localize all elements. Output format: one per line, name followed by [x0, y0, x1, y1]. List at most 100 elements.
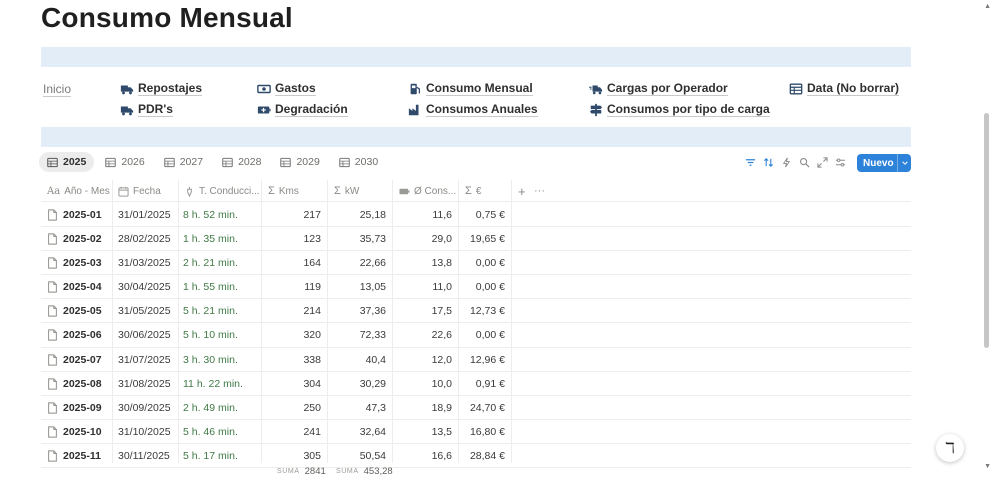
tab-2025[interactable]: 2025	[39, 152, 95, 172]
cell-kw[interactable]: 72,33	[329, 323, 386, 347]
cell-kw[interactable]: 30,29	[329, 372, 386, 396]
search-icon[interactable]	[798, 155, 810, 169]
column-header-consumo[interactable]: Ø Cons...	[393, 180, 458, 202]
cell-consumo[interactable]: 29,0	[393, 227, 452, 251]
cell-kw[interactable]: 22,66	[329, 251, 386, 275]
cell-fecha[interactable]: 28/02/2025	[118, 227, 171, 251]
cell-euros[interactable]: 16,80 €	[459, 420, 505, 444]
table-row[interactable]: 2025-11 30/11/2025 5 h. 17 min. 305 50,54 16,…	[41, 444, 911, 469]
cell-kms[interactable]: 338	[263, 348, 321, 372]
tab-2030[interactable]: 2030	[331, 152, 386, 172]
cell-tiempo[interactable]: 1 h. 35 min.	[183, 227, 238, 251]
nav-link-consumos-por-tipo-de-carga[interactable]: Consumos por tipo de carga	[589, 102, 770, 117]
new-button[interactable]: Nuevo	[857, 154, 911, 172]
cell-euros[interactable]: 0,75 €	[459, 203, 505, 227]
table-row[interactable]: 2025-06 30/06/2025 5 h. 10 min. 320 72,33 22,…	[41, 323, 911, 348]
cell-euros[interactable]: 12,73 €	[459, 299, 505, 323]
cell-ano-mes[interactable]: 2025-08	[47, 372, 102, 396]
cell-tiempo[interactable]: 2 h. 21 min.	[183, 251, 238, 275]
cell-ano-mes[interactable]: 2025-07	[47, 348, 102, 372]
nav-link-consumos-anuales[interactable]: Consumos Anuales	[408, 102, 538, 117]
cell-ano-mes[interactable]: 2025-10	[47, 420, 102, 444]
table-row[interactable]: 2025-04 30/04/2025 1 h. 55 min. 119 13,05 11,…	[41, 275, 911, 300]
cell-euros[interactable]: 12,96 €	[459, 348, 505, 372]
cell-euros[interactable]: 0,00 €	[459, 251, 505, 275]
cell-consumo[interactable]: 17,5	[393, 299, 452, 323]
cell-euros[interactable]: 28,84 €	[459, 444, 505, 468]
more-options-icon[interactable]: ···	[528, 180, 550, 202]
cell-kms[interactable]: 119	[263, 275, 321, 299]
table-row[interactable]: 2025-03 31/03/2025 2 h. 21 min. 164 22,66 13,…	[41, 251, 911, 276]
cell-kw[interactable]: 25,18	[329, 203, 386, 227]
cell-tiempo[interactable]: 2 h. 49 min.	[183, 396, 238, 420]
column-header-kw[interactable]: Σ kW	[328, 180, 393, 202]
sum-kw[interactable]: SUMA 453,28	[336, 466, 393, 477]
tab-2026[interactable]: 2026	[97, 152, 152, 172]
chevron-down-icon[interactable]	[897, 154, 911, 172]
cell-fecha[interactable]: 30/06/2025	[118, 323, 171, 347]
cell-ano-mes[interactable]: 2025-02	[47, 227, 102, 251]
cell-consumo[interactable]: 11,0	[393, 275, 452, 299]
cell-consumo[interactable]: 16,6	[393, 444, 452, 468]
table-row[interactable]: 2025-08 31/08/2025 11 h. 22 min. 304 30,29 10…	[41, 372, 911, 396]
cell-consumo[interactable]: 13,8	[393, 251, 452, 275]
cell-consumo[interactable]: 12,0	[393, 348, 452, 372]
table-row[interactable]: 2025-01 31/01/2025 8 h. 52 min. 217 25,18 11,…	[41, 203, 911, 228]
nav-link-pdrs[interactable]: PDR's	[120, 102, 173, 117]
column-header-ano-mes[interactable]: Aa Año - Mes	[41, 180, 111, 202]
nav-link-inicio[interactable]: Inicio	[43, 82, 72, 97]
cell-ano-mes[interactable]: 2025-03	[47, 251, 102, 275]
cell-kms[interactable]: 123	[263, 227, 321, 251]
cell-kms[interactable]: 217	[263, 203, 321, 227]
cell-tiempo[interactable]: 11 h. 22 min.	[183, 372, 243, 396]
cell-fecha[interactable]: 31/05/2025	[118, 299, 171, 323]
cell-euros[interactable]: 0,91 €	[459, 372, 505, 396]
cell-tiempo[interactable]: 3 h. 30 min.	[183, 348, 238, 372]
column-header-fecha[interactable]: Fecha	[112, 180, 178, 202]
cell-ano-mes[interactable]: 2025-06	[47, 323, 102, 347]
cell-kw[interactable]: 40,4	[329, 348, 386, 372]
cell-tiempo[interactable]: 1 h. 55 min.	[183, 275, 238, 299]
cell-ano-mes[interactable]: 2025-09	[47, 396, 102, 420]
cell-euros[interactable]: 0,00 €	[459, 275, 505, 299]
help-button[interactable]: ℸ	[936, 434, 964, 462]
table-row[interactable]: 2025-02 28/02/2025 1 h. 35 min. 123 35,73 29,…	[41, 227, 911, 252]
cell-fecha[interactable]: 31/10/2025	[118, 420, 171, 444]
cell-fecha[interactable]: 31/01/2025	[118, 203, 171, 227]
cell-tiempo[interactable]: 5 h. 17 min.	[183, 444, 238, 468]
nav-link-consumo-mensual[interactable]: Consumo Mensual	[408, 81, 533, 96]
cell-ano-mes[interactable]: 2025-11	[47, 444, 101, 468]
cell-consumo[interactable]: 11,6	[393, 203, 452, 227]
cell-euros[interactable]: 19,65 €	[459, 227, 505, 251]
automation-bolt-icon[interactable]	[780, 155, 792, 169]
cell-kw[interactable]: 32,64	[329, 420, 386, 444]
cell-euros[interactable]: 24,70 €	[459, 396, 505, 420]
cell-tiempo[interactable]: 8 h. 52 min.	[183, 203, 238, 227]
cell-kw[interactable]: 50,54	[329, 444, 386, 468]
table-row[interactable]: 2025-09 30/09/2025 2 h. 49 min. 250 47,3 18,9…	[41, 396, 911, 420]
cell-ano-mes[interactable]: 2025-04	[47, 275, 102, 299]
cell-fecha[interactable]: 31/08/2025	[118, 372, 171, 396]
nav-link-repostajes[interactable]: Repostajes	[120, 81, 203, 96]
cell-tiempo[interactable]: 5 h. 10 min.	[183, 323, 238, 347]
scroll-up-arrow[interactable]: ▲	[984, 3, 991, 10]
tab-2028[interactable]: 2028	[214, 152, 269, 172]
cell-tiempo[interactable]: 5 h. 21 min.	[183, 299, 238, 323]
cell-consumo[interactable]: 18,9	[393, 396, 452, 420]
cell-kms[interactable]: 250	[263, 396, 321, 420]
cell-fecha[interactable]: 30/04/2025	[118, 275, 171, 299]
cell-fecha[interactable]: 31/07/2025	[118, 348, 171, 372]
scroll-down-arrow[interactable]: ▼	[984, 463, 991, 470]
cell-euros[interactable]: 0,00 €	[459, 323, 505, 347]
cell-kms[interactable]: 164	[263, 251, 321, 275]
tab-2029[interactable]: 2029	[272, 152, 327, 172]
nav-link-degradacion[interactable]: Degradación	[257, 102, 348, 117]
cell-kms[interactable]: 320	[263, 323, 321, 347]
cell-kms[interactable]: 305	[263, 444, 321, 468]
cell-ano-mes[interactable]: 2025-01	[47, 203, 102, 227]
column-header-tiempo[interactable]: T. Conducci...	[178, 180, 261, 202]
sort-icon[interactable]	[762, 155, 774, 169]
table-row[interactable]: 2025-07 31/07/2025 3 h. 30 min. 338 40,4 12,0…	[41, 348, 911, 372]
page-scrollbar[interactable]	[984, 113, 989, 348]
filter-icon[interactable]	[744, 155, 756, 169]
